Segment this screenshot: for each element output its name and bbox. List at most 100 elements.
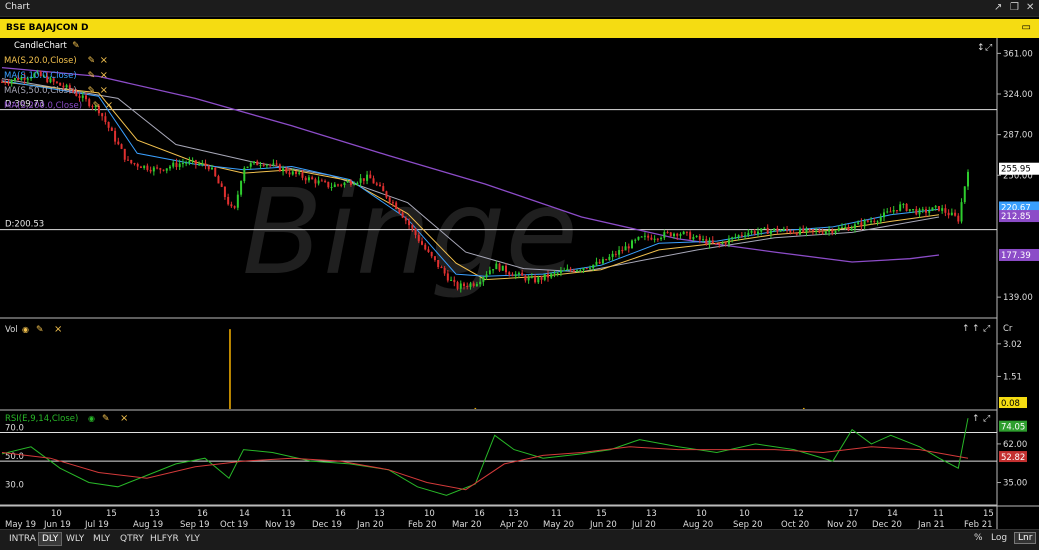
- candle-body: [598, 261, 601, 264]
- candle-body: [233, 206, 236, 208]
- candle-body: [543, 274, 546, 280]
- candle-body: [330, 186, 333, 188]
- candle-body: [127, 159, 129, 161]
- panel-menu-icon[interactable]: ▭: [1022, 22, 1031, 33]
- candle-body: [156, 167, 159, 169]
- edit-icon[interactable]: ✎: [88, 86, 96, 96]
- candle-body: [136, 163, 139, 167]
- candle-body: [841, 227, 843, 229]
- candle-body: [256, 161, 259, 166]
- indicator-label[interactable]: CandleChart: [14, 41, 68, 51]
- candle-body: [925, 209, 927, 213]
- x-month-label: Feb 20: [408, 520, 437, 529]
- candle-body: [711, 240, 714, 243]
- candle-body: [201, 163, 204, 165]
- remove-icon[interactable]: ×: [100, 55, 108, 66]
- chart-area[interactable]: BingeD:309.73D:200.53361.00324.00287.002…: [0, 38, 1039, 529]
- x-month-label: Jan 21: [917, 520, 945, 529]
- remove-icon[interactable]: ×: [105, 100, 113, 111]
- candle-body: [776, 228, 779, 232]
- edit-icon[interactable]: ✎: [93, 101, 101, 111]
- candle-body: [928, 210, 931, 213]
- candle-body: [385, 191, 388, 198]
- candle-body: [559, 270, 562, 273]
- candle-body: [718, 243, 721, 245]
- candle-body: [265, 164, 268, 166]
- period-yly-button[interactable]: YLY: [182, 533, 203, 545]
- candle-body: [540, 277, 543, 280]
- candle-body: [214, 167, 217, 177]
- candle-body: [188, 160, 191, 163]
- candle-body: [601, 259, 604, 264]
- expand-icon[interactable]: ⤢: [982, 414, 990, 424]
- indicator-label[interactable]: MA(S,50.0,Close): [4, 86, 77, 96]
- candle-body: [789, 230, 792, 233]
- candle-body: [605, 259, 608, 261]
- remove-icon: ×: [54, 324, 62, 335]
- indicator-label[interactable]: MA(S,20.0,Close): [4, 56, 77, 66]
- expand-icon[interactable]: ⤢: [984, 43, 992, 53]
- move-up-icon[interactable]: ↑: [972, 414, 980, 424]
- period-hlfyr-button[interactable]: HLFYR: [147, 533, 182, 545]
- candle-body: [395, 202, 398, 209]
- candle-body: [824, 231, 827, 234]
- candle-body: [304, 177, 307, 181]
- restore-icon[interactable]: ❐: [1010, 2, 1019, 13]
- collapse-icon[interactable]: [4, 43, 10, 47]
- volume-unit: Cr: [1003, 324, 1013, 334]
- candle-body: [382, 186, 385, 192]
- candle-body: [298, 172, 301, 174]
- expand-icon[interactable]: ⤢: [982, 324, 990, 334]
- period-intra-button[interactable]: INTRA: [6, 533, 39, 545]
- candle-body: [227, 196, 230, 205]
- candle-body: [653, 238, 656, 240]
- x-day-label: 14: [239, 509, 250, 519]
- close-icon[interactable]: ✕: [1026, 2, 1034, 13]
- x-day-label: 14: [887, 509, 898, 519]
- candle-body: [944, 208, 947, 213]
- period-qtry-button[interactable]: QTRY: [117, 533, 147, 545]
- candle-body: [152, 167, 155, 172]
- edit-icon[interactable]: ✎: [88, 56, 96, 66]
- view-icon: ◉: [22, 325, 29, 334]
- x-month-label: Jun 19: [43, 520, 71, 529]
- candle-body: [611, 253, 614, 257]
- scale-icon[interactable]: ↕: [977, 43, 985, 53]
- candle-body: [811, 229, 814, 232]
- period-mly-button[interactable]: MLY: [90, 533, 113, 545]
- linear-button[interactable]: Lnr: [1014, 532, 1037, 544]
- candle-body: [314, 179, 317, 184]
- candle-body: [769, 230, 772, 234]
- remove-icon[interactable]: ×: [100, 70, 108, 81]
- candle-body: [404, 217, 407, 221]
- candle-body: [469, 283, 472, 287]
- pin-icon[interactable]: ↗: [994, 2, 1002, 13]
- move-up-icon[interactable]: ↑: [962, 324, 970, 334]
- price-tick-label: 324.00: [1003, 90, 1033, 100]
- edit-icon[interactable]: ✎: [88, 71, 96, 81]
- candle-body: [514, 274, 517, 277]
- period-dly-button[interactable]: DLY: [38, 532, 63, 546]
- candle-body: [517, 272, 520, 275]
- percent-button[interactable]: %: [974, 533, 983, 543]
- candle-body: [324, 180, 327, 182]
- edit-icon[interactable]: ✎: [72, 41, 80, 51]
- period-wly-button[interactable]: WLY: [63, 533, 87, 545]
- candle-body: [175, 162, 178, 167]
- indicator-label[interactable]: MA(S,10.0,Close): [4, 71, 77, 81]
- log-button[interactable]: Log: [991, 533, 1007, 543]
- candle-body: [608, 256, 611, 260]
- x-day-label: 10: [424, 509, 435, 519]
- x-month-label: Aug 20: [683, 520, 713, 529]
- candle-body: [595, 261, 598, 265]
- indicator-label[interactable]: MA(S,200.0,Close): [4, 101, 82, 111]
- candle-body: [291, 171, 294, 175]
- candle-body: [786, 228, 789, 231]
- candle-body: [120, 144, 123, 149]
- x-day-label: 10: [51, 509, 62, 519]
- candle-body: [262, 165, 265, 167]
- remove-icon[interactable]: ×: [100, 85, 108, 96]
- x-day-label: 13: [508, 509, 519, 519]
- candle-body: [585, 268, 588, 270]
- move-up-icon[interactable]: ↑: [972, 324, 980, 334]
